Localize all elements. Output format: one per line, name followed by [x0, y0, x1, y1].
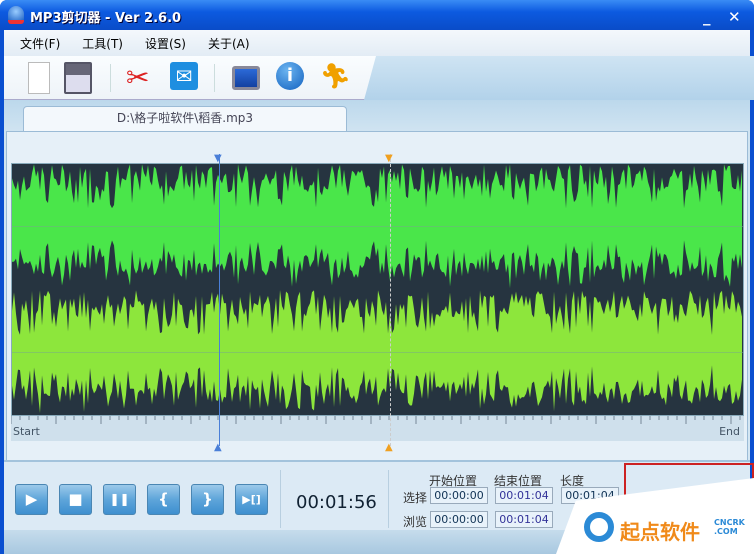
new-icon[interactable]	[28, 62, 50, 94]
email-icon[interactable]: ✉	[170, 62, 198, 90]
select-label: 选择	[403, 491, 428, 505]
start-marker-handle-top[interactable]: ▼	[214, 153, 222, 164]
monitor-icon[interactable]	[232, 66, 260, 90]
minimize-button[interactable]: _	[703, 8, 711, 26]
current-time: 00:01:56	[296, 492, 377, 513]
start-marker-handle-bottom[interactable]: ▲	[214, 442, 222, 453]
toolbar: ✂ ✉ i 🏃︎	[4, 56, 754, 100]
end-marker-handle-bottom[interactable]: ▲	[385, 442, 393, 453]
timeline-ruler[interactable]: Start End	[11, 416, 744, 441]
stop-button[interactable]: ■	[59, 484, 92, 515]
browse-end-field[interactable]: 00:01:04	[495, 511, 553, 528]
browse-label: 浏览	[403, 515, 428, 529]
browse-start-field[interactable]: 00:00:00	[430, 511, 488, 528]
play-button[interactable]: ▶	[15, 484, 48, 515]
watermark-logo-icon	[584, 512, 614, 542]
close-button[interactable]: ✕	[728, 8, 741, 26]
watermark-sub: CNCRK .COM	[714, 518, 745, 536]
waveform-channel-1	[12, 164, 742, 289]
end-marker[interactable]	[390, 154, 391, 446]
select-end-field[interactable]: 00:01:04	[495, 487, 553, 504]
title-bar: MP3剪切器 - Ver 2.6.0 _ ✕	[0, 0, 754, 30]
cut-icon[interactable]: ✂	[126, 62, 158, 94]
select-start-field[interactable]: 00:00:00	[430, 487, 488, 504]
timeline-start: Start	[13, 425, 40, 438]
set-end-button[interactable]: }	[191, 484, 224, 515]
menu-tools[interactable]: 工具(T)	[82, 35, 123, 52]
menu-file[interactable]: 文件(F)	[20, 35, 60, 52]
waveform-channel-2	[12, 290, 742, 414]
window-title: MP3剪切器 - Ver 2.6.0	[30, 11, 182, 26]
watermark-text: 起点软件	[620, 520, 700, 544]
timeline-end: End	[719, 425, 740, 438]
menu-bar: 文件(F) 工具(T) 设置(S) 关于(A)	[4, 30, 750, 56]
play-selection-button[interactable]: ▶[]	[235, 484, 268, 515]
end-marker-handle-top[interactable]: ▼	[385, 153, 393, 164]
menu-settings[interactable]: 设置(S)	[145, 35, 186, 52]
tab-file[interactable]: D:\格子啦软件\稻香.mp3	[23, 106, 347, 132]
waveform[interactable]	[11, 163, 744, 416]
pause-button[interactable]: ❚❚	[103, 484, 136, 515]
runner-icon[interactable]: 🏃︎	[320, 62, 352, 94]
menu-about[interactable]: 关于(A)	[208, 35, 250, 52]
waveform-panel: Start End ▼ ▲ ▼ ▲	[6, 131, 748, 467]
info-icon[interactable]: i	[276, 62, 304, 90]
app-icon	[8, 6, 24, 24]
start-marker[interactable]	[219, 154, 220, 446]
save-icon[interactable]	[64, 62, 92, 94]
set-start-button[interactable]: {	[147, 484, 180, 515]
